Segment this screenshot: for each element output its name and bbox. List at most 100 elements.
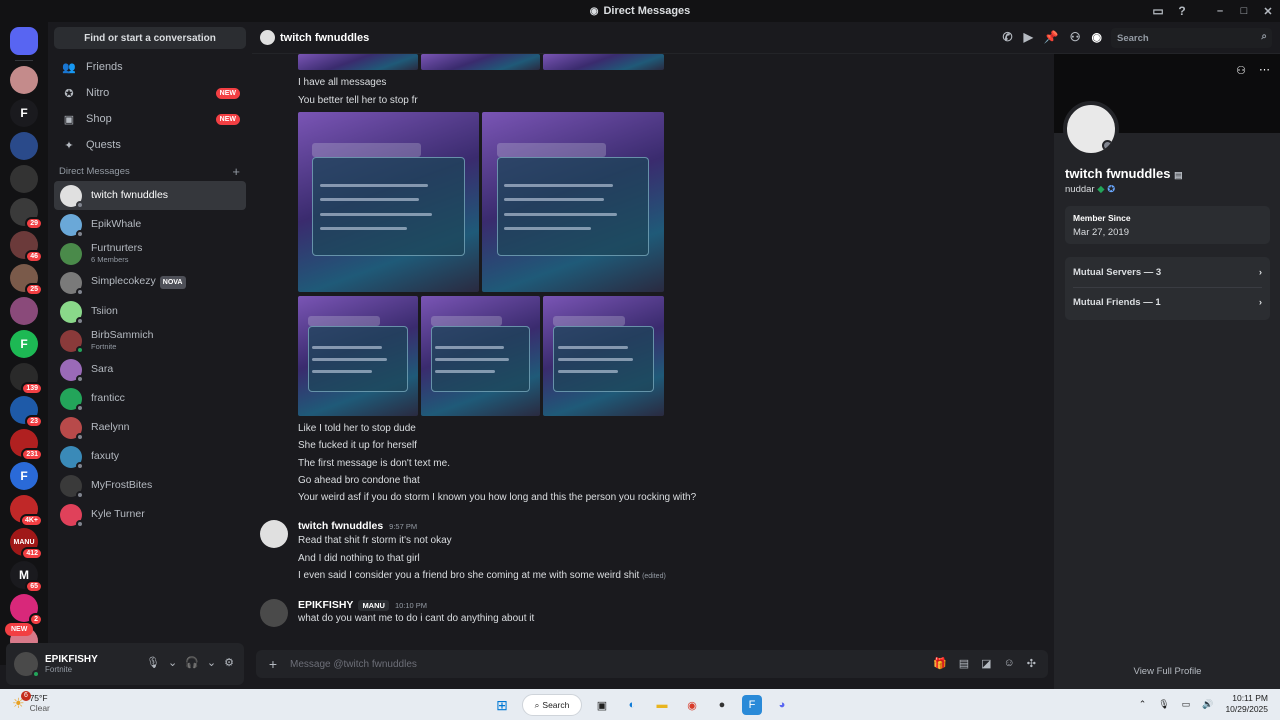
dm-item[interactable]: Tsiion (54, 297, 246, 326)
discord-taskbar-icon[interactable]: ◕ (772, 695, 792, 715)
network-icon[interactable]: ▭ (1182, 699, 1191, 710)
message-author[interactable]: EPIKFISHY MANU 10:10 PM (298, 599, 427, 611)
attachment-image[interactable] (421, 54, 540, 70)
server-icon[interactable]: F (10, 99, 38, 127)
profile-avatar[interactable] (1063, 101, 1119, 157)
author-name[interactable]: twitch fwnuddles (298, 520, 383, 532)
chevron-up-icon[interactable]: ⌃ (1139, 699, 1147, 710)
attachment-image[interactable] (543, 296, 664, 416)
add-friends-icon[interactable]: ⚇ (1070, 30, 1081, 44)
server-icon[interactable]: M 65 (10, 561, 43, 593)
server-icon[interactable] (10, 297, 38, 325)
server-icon[interactable] (10, 132, 38, 160)
dm-item[interactable]: Furtnurters 6 Members (54, 239, 246, 268)
server-icon[interactable]: 25 (10, 264, 43, 296)
dm-item[interactable]: Kyle Turner (54, 500, 246, 529)
find-conversation-button[interactable]: Find or start a conversation (54, 27, 246, 49)
nav-nitro[interactable]: ✪ Nitro NEW (54, 80, 246, 106)
inbox-icon[interactable]: ▭ (1146, 0, 1170, 22)
attachment-image[interactable] (298, 54, 418, 70)
server-icon[interactable]: 2 (10, 594, 43, 626)
microphone-icon[interactable]: 🎙 (146, 656, 160, 669)
server-icon[interactable]: 29 (10, 198, 43, 230)
dm-item[interactable]: BirbSammich Fortnite (54, 326, 246, 355)
pin-icon[interactable]: 📌 (1044, 30, 1059, 44)
dm-item[interactable]: EpikWhale (54, 210, 246, 239)
nav-friends[interactable]: 👥 Friends (54, 54, 246, 80)
mutual-servers-row[interactable]: Mutual Servers — 3 › (1073, 257, 1262, 287)
server-icon[interactable]: 4K+ (10, 495, 43, 527)
dm-item[interactable]: MyFrostBites (54, 471, 246, 500)
close-button[interactable]: ✕ (1256, 0, 1280, 22)
mutual-friends-row[interactable]: Mutual Friends — 1 › (1073, 287, 1262, 317)
dm-item[interactable]: franticc (54, 384, 246, 413)
nav-quests[interactable]: ✦ Quests (54, 132, 246, 158)
clock[interactable]: 10:11 PM 10/29/2025 (1225, 693, 1268, 715)
headphones-icon[interactable]: 🎧 (185, 656, 199, 669)
chevron-down-icon[interactable]: ⌄ (168, 656, 177, 669)
author-name[interactable]: EPIKFISHY (298, 599, 353, 611)
dm-item[interactable]: Raelynn (54, 413, 246, 442)
dm-item[interactable]: twitch fwnuddles (54, 181, 246, 210)
server-icon[interactable]: F (10, 330, 38, 358)
friends-icon: 👥 (62, 61, 76, 74)
server-icon[interactable]: 231 (10, 429, 43, 461)
call-icon[interactable]: ✆ (1003, 30, 1013, 44)
server-icon[interactable]: 23 (10, 396, 43, 428)
discord-home-icon[interactable] (10, 27, 38, 55)
video-icon[interactable]: ▶ (1024, 30, 1033, 44)
emoji-icon[interactable]: ☺ (1004, 657, 1015, 670)
server-icon[interactable]: 139 (10, 363, 43, 395)
more-icon[interactable]: ⋯ (1259, 63, 1270, 76)
avatar[interactable] (260, 599, 288, 627)
attachment-image[interactable] (298, 112, 479, 292)
search-input[interactable]: Search ⌕ (1111, 28, 1272, 48)
dm-item[interactable]: faxuty (54, 442, 246, 471)
taskbar-search[interactable]: ⌕ Search (522, 694, 582, 716)
dm-item[interactable]: Sara (54, 355, 246, 384)
message-text: Like I told her to stop dude (298, 423, 416, 434)
role-badge[interactable]: MANU (358, 600, 389, 611)
server-icon[interactable]: MANU 412 (10, 528, 43, 560)
message-text: I have all messages (298, 77, 387, 88)
windows-start-icon[interactable]: ⊞ (492, 695, 512, 715)
avatar[interactable] (260, 520, 288, 548)
server-icon[interactable] (10, 66, 38, 94)
server-icon[interactable]: F (10, 462, 38, 490)
message-author[interactable]: twitch fwnuddles 9:57 PM (298, 520, 417, 532)
create-dm-button[interactable]: + (232, 164, 240, 179)
attachment-image[interactable] (298, 296, 418, 416)
server-icon[interactable] (10, 165, 38, 193)
apps-icon[interactable]: ✣ (1027, 657, 1036, 670)
gear-icon[interactable]: ⚙ (224, 656, 234, 669)
nav-shop[interactable]: ▣ Shop NEW (54, 106, 246, 132)
task-view-icon[interactable]: ▣ (592, 695, 612, 715)
attachment-image[interactable] (543, 54, 664, 70)
avatar[interactable] (14, 652, 40, 678)
fortnite-icon[interactable]: F (742, 695, 762, 715)
chrome-icon[interactable]: ◉ (682, 695, 702, 715)
edge-icon[interactable]: ◐ (622, 695, 642, 715)
gif-icon[interactable]: ▤ (959, 657, 969, 670)
help-icon[interactable]: ? (1170, 0, 1194, 22)
microphone-icon[interactable]: 🎙 (1158, 699, 1169, 710)
volume-icon[interactable]: 🔊 (1202, 699, 1213, 710)
attachment-image[interactable] (421, 296, 540, 416)
weather-widget[interactable]: ☀ 6 75°F Clear (12, 691, 50, 713)
server-icon[interactable]: 46 (10, 231, 43, 263)
app-icon[interactable]: ● (712, 695, 732, 715)
dm-item[interactable]: Simplecokezy NOVA (54, 268, 246, 297)
chevron-down-icon[interactable]: ⌄ (207, 656, 216, 669)
gift-icon[interactable]: 🎁 (933, 657, 947, 670)
user-profile-icon[interactable]: ◉ (1092, 30, 1102, 44)
maximize-button[interactable]: □ (1232, 0, 1256, 22)
upload-plus-icon[interactable]: + (256, 656, 290, 672)
message-composer[interactable]: + Message @twitch fwnuddles 🎁 ▤ ◪ ☺ ✣ (256, 650, 1048, 678)
view-full-profile-button[interactable]: View Full Profile (1054, 666, 1280, 677)
avatar (60, 271, 84, 296)
add-friend-icon[interactable]: ⚇ (1236, 64, 1246, 77)
sticker-icon[interactable]: ◪ (981, 657, 991, 670)
file-explorer-icon[interactable]: ▬ (652, 695, 672, 715)
minimize-button[interactable]: – (1208, 0, 1232, 22)
attachment-image[interactable] (482, 112, 664, 292)
